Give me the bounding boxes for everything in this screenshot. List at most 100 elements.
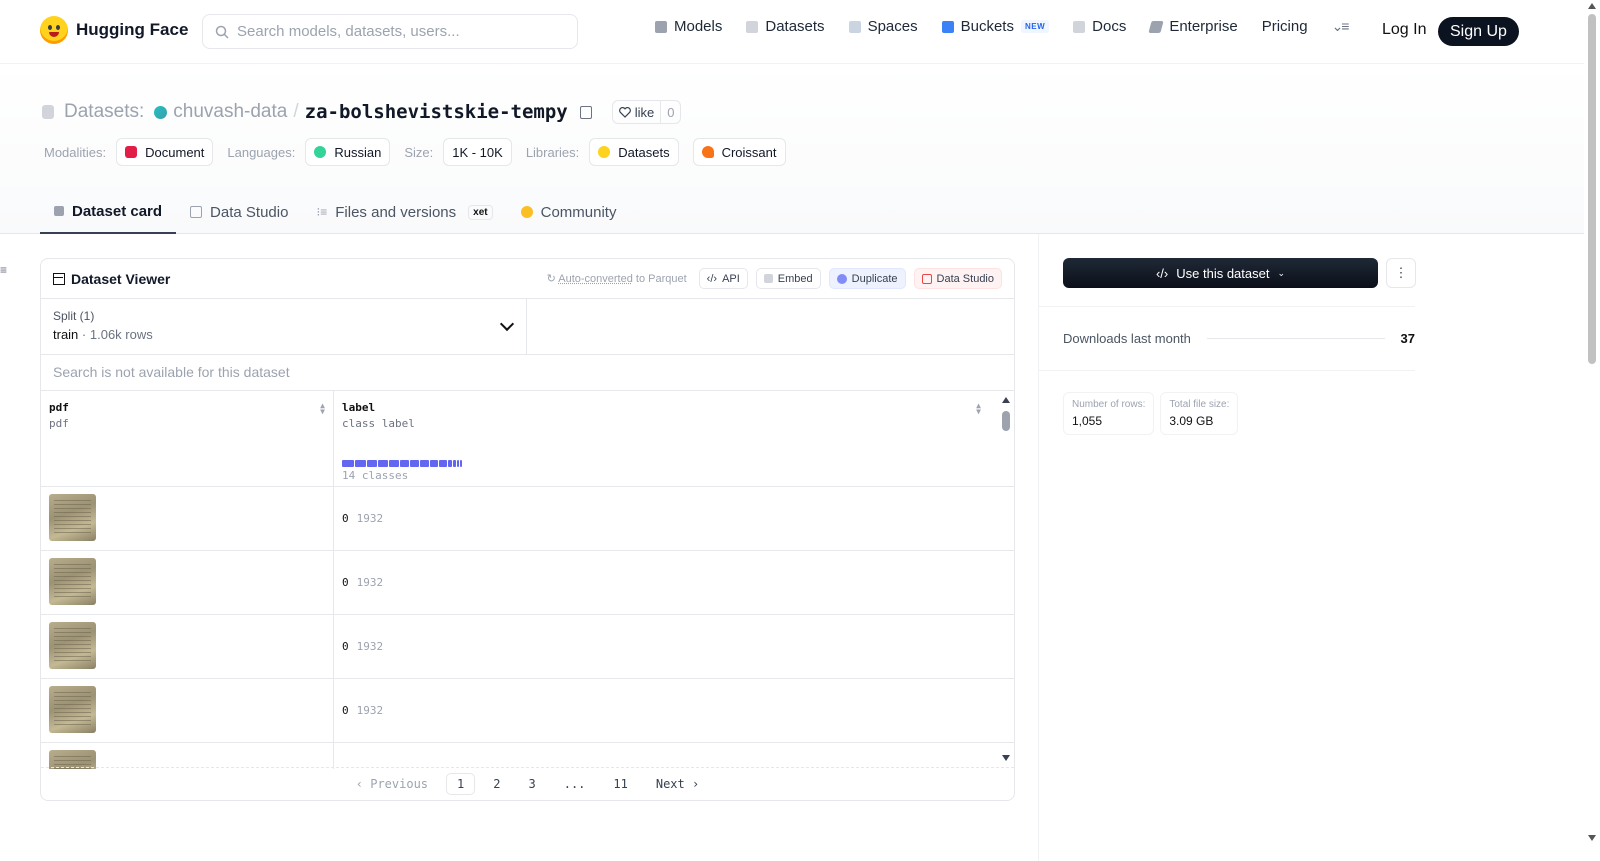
heart-icon — [618, 106, 631, 118]
scroll-up-icon[interactable] — [1588, 3, 1596, 9]
nav-buckets[interactable]: Buckets NEW — [941, 18, 1050, 35]
search-icon — [215, 25, 229, 39]
previous-page-button[interactable]: ‹ Previous — [346, 774, 438, 794]
tag-modality[interactable]: Document — [116, 138, 214, 166]
divider — [1039, 370, 1415, 371]
table-row[interactable]: 0 1932 — [41, 487, 1014, 551]
repo-tabs: Dataset card Data Studio ⁝≡ Files and ver… — [40, 190, 630, 234]
globe-icon — [314, 146, 327, 158]
scroll-down-icon[interactable] — [1002, 755, 1010, 761]
size-stat: Total file size: 3.09 GB — [1160, 392, 1239, 435]
table-row[interactable]: 0 1932 — [41, 615, 1014, 679]
login-link[interactable]: Log In — [1382, 21, 1426, 39]
cube-icon — [655, 20, 667, 33]
tab-community[interactable]: Community — [507, 190, 631, 234]
nav-pricing[interactable]: Pricing — [1262, 18, 1308, 35]
signup-button[interactable]: Sign Up — [1438, 17, 1519, 46]
data-studio-button[interactable]: Data Studio — [913, 268, 1002, 289]
duplicate-button[interactable]: Duplicate — [828, 268, 906, 289]
scroll-thumb[interactable] — [1002, 411, 1010, 431]
refresh-icon: ↻ — [546, 273, 559, 285]
divider — [1039, 306, 1415, 307]
auto-converted-link[interactable]: Auto-converted — [558, 273, 633, 285]
column-header-pdf[interactable]: pdf pdf ▲ ▼ — [41, 391, 334, 486]
tab-dataset-card[interactable]: Dataset card — [40, 190, 177, 234]
page-scrollbar[interactable] — [1584, 0, 1600, 861]
enterprise-icon — [1148, 20, 1164, 33]
nav-enterprise[interactable]: Enterprise — [1148, 18, 1238, 35]
bucket-icon — [941, 20, 954, 33]
more-menu-icon[interactable]: ⌄≡ — [1332, 18, 1350, 35]
table-row[interactable]: 0 1932 — [41, 551, 1014, 615]
table-header: pdf pdf ▲ ▼ label class label ▲ ▼ 14 class… — [41, 391, 1014, 487]
table-row[interactable]: 0 1932 — [41, 679, 1014, 743]
tag-language[interactable]: Russian — [305, 138, 391, 166]
api-button[interactable]: ‹/› API — [698, 268, 748, 289]
copy-icon[interactable] — [579, 105, 592, 119]
nav-links: Models Datasets Spaces Buckets NEW Docs E… — [655, 18, 1350, 35]
croissant-icon — [701, 146, 714, 158]
sidebar-toggle-icon[interactable]: ≡ — [0, 263, 7, 277]
table-scrollbar[interactable] — [1002, 397, 1010, 761]
viewer-title: Dataset Viewer — [53, 271, 170, 287]
search-input[interactable] — [237, 23, 557, 40]
page-11-button[interactable]: 11 — [603, 774, 637, 794]
tag-library-datasets[interactable]: Datasets — [589, 138, 679, 166]
sort-icon[interactable]: ▲ ▼ — [976, 402, 981, 416]
tab-data-studio[interactable]: Data Studio — [176, 190, 302, 234]
table-row[interactable] — [41, 743, 1014, 769]
embed-icon — [763, 274, 773, 283]
book-icon — [1073, 20, 1086, 33]
tag-library-croissant[interactable]: Croissant — [692, 138, 786, 166]
pdf-thumbnail[interactable] — [49, 686, 96, 733]
nav-models[interactable]: Models — [655, 18, 722, 35]
tab-files-versions[interactable]: ⁝≡ Files and versions xet — [302, 190, 506, 234]
auto-converted-note: ↻ Auto-converted to Parquet — [546, 273, 687, 285]
page-3-button[interactable]: 3 — [518, 774, 545, 794]
document-icon — [125, 146, 138, 158]
scroll-thumb[interactable] — [1588, 14, 1596, 364]
path-separator: / — [293, 101, 299, 122]
downloads-sparkline — [1206, 338, 1385, 339]
nav-datasets[interactable]: Datasets — [746, 18, 825, 35]
scroll-down-icon[interactable] — [1588, 835, 1596, 841]
database-icon — [42, 105, 54, 119]
code-icon: ‹/› — [1155, 265, 1169, 281]
data-table: pdf pdf ▲ ▼ label class label ▲ ▼ 14 class… — [41, 391, 1014, 769]
dataset-stats: Number of rows: 1,055 Total file size: 3… — [1063, 392, 1239, 435]
table-icon — [921, 273, 932, 284]
class-histogram[interactable] — [342, 460, 462, 467]
downloads-stat: Downloads last month 37 — [1063, 331, 1415, 346]
brand-name: Hugging Face — [76, 20, 189, 39]
pdf-thumbnail[interactable] — [49, 622, 96, 669]
split-selector[interactable]: Split (1) train · 1.06k rows — [41, 299, 527, 354]
page-1-button[interactable]: 1 — [446, 773, 476, 795]
embed-button[interactable]: Embed — [755, 268, 821, 289]
like-button[interactable]: like 0 — [611, 100, 682, 124]
use-dataset-button[interactable]: ‹/› Use this dataset ⌄ — [1063, 258, 1378, 288]
code-icon: ‹/› — [706, 272, 718, 285]
org-avatar — [154, 105, 168, 119]
repo-type-label[interactable]: Datasets: — [64, 101, 144, 123]
page-2-button[interactable]: 2 — [483, 774, 510, 794]
brand-logo[interactable]: Hugging Face — [40, 16, 188, 44]
new-badge: NEW — [1020, 20, 1050, 33]
repo-name[interactable]: za-bolshevistskie-tempy — [305, 101, 568, 123]
more-options-icon[interactable]: ⋮ — [1386, 258, 1416, 288]
pdf-thumbnail[interactable] — [49, 494, 96, 541]
table-icon — [53, 272, 65, 285]
right-sidebar: ‹/› Use this dataset ⌄ ⋮ Downloads last mo… — [1038, 234, 1584, 861]
scroll-up-icon[interactable] — [1002, 397, 1010, 403]
org-link[interactable]: chuvash-data — [173, 101, 287, 123]
nav-docs[interactable]: Docs — [1073, 18, 1126, 35]
search-box[interactable] — [202, 14, 578, 49]
viewer-actions: ↻ Auto-converted to Parquet ‹/› API Embed… — [547, 268, 1002, 289]
next-page-button[interactable]: Next › — [646, 774, 709, 794]
top-navbar: Hugging Face Models Datasets Spaces Buck… — [0, 0, 1584, 64]
column-header-label[interactable]: label class label ▲ ▼ 14 classes — [334, 391, 999, 486]
rows-stat: Number of rows: 1,055 — [1063, 392, 1155, 435]
sort-icon[interactable]: ▲ ▼ — [320, 402, 325, 416]
pdf-thumbnail[interactable] — [49, 558, 96, 605]
tag-size[interactable]: 1K - 10K — [443, 138, 512, 166]
nav-spaces[interactable]: Spaces — [848, 18, 918, 35]
